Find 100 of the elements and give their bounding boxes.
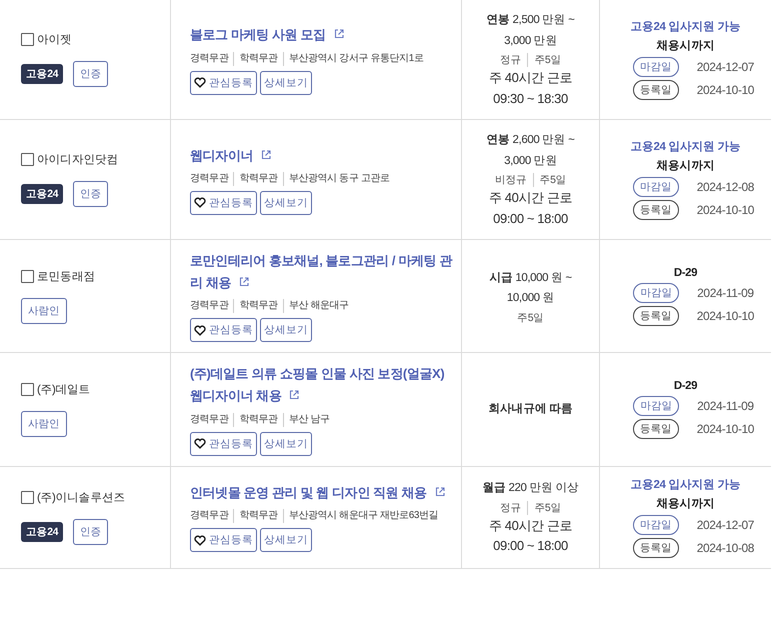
favorite-button[interactable]: 관심등록	[190, 190, 257, 215]
favorite-button[interactable]: 관심등록	[190, 528, 257, 552]
employment-term: 정규	[499, 53, 522, 68]
date-text: 2024-10-10	[696, 422, 754, 436]
external-link-icon[interactable]	[434, 486, 446, 498]
date-text: 2024-10-10	[696, 83, 754, 98]
apply-available-link[interactable]: 고용24 입사지원 가능	[630, 19, 741, 34]
job-meta: 경력무관	[190, 172, 230, 186]
job-title-link[interactable]: (주)데일트 의류 쇼핑몰 인물 사진 보정(얼굴X) 웹디자이너 채용	[190, 363, 455, 408]
apply-available-link[interactable]: 고용24 입사지원 가능	[630, 476, 741, 492]
deadline-text: 채용시까지	[656, 496, 714, 510]
source-tag: 고용24	[21, 64, 64, 84]
job-meta: 경력무관	[190, 412, 230, 426]
deadline-label: 마감일	[633, 283, 680, 304]
detail-button[interactable]: 상세보기	[260, 432, 312, 456]
heart-icon	[194, 77, 206, 88]
apply-available-link[interactable]: 고용24 입사지원 가능	[630, 139, 741, 154]
salary-text: 회사내규에 따름	[488, 402, 574, 418]
job-title-link[interactable]: 로만인테리어 홍보채널, 블로그관리 / 마케팅 관리 채용	[190, 250, 455, 294]
external-link-icon[interactable]	[332, 28, 345, 40]
work-hours: 주 40시간 근로	[488, 189, 572, 208]
employment-term: 주5일	[527, 500, 567, 514]
detail-button[interactable]: 상세보기	[260, 318, 312, 342]
job-title-link[interactable]: 웹디자이너	[190, 144, 455, 167]
employment-term: 주5일	[532, 173, 572, 188]
source-tag: 인증	[73, 61, 108, 88]
date-text: 2024-10-10	[696, 309, 754, 324]
deadline-label: 마감일	[632, 514, 679, 534]
source-tag: 사람인	[21, 298, 67, 324]
job-meta: 경력무관	[190, 52, 230, 66]
employment-term: 주5일	[516, 310, 545, 325]
job-title-link[interactable]: 인터넷몰 운영 관리 및 웹 디자인 직원 채용	[190, 482, 455, 504]
date-text: 2024-10-08	[696, 540, 754, 554]
employment-term: 주5일	[527, 53, 567, 68]
posted-label: 등록일	[632, 419, 679, 440]
company-name[interactable]: 아이젯	[37, 32, 72, 48]
favorite-button[interactable]: 관심등록	[190, 70, 257, 95]
source-tag: 인증	[73, 181, 108, 208]
date-text: 2024-11-09	[697, 286, 754, 300]
work-time: 09:00 ~ 18:00	[493, 210, 568, 228]
work-time: 09:00 ~ 18:00	[493, 537, 568, 556]
detail-button[interactable]: 상세보기	[260, 190, 312, 215]
detail-button[interactable]: 상세보기	[260, 528, 312, 552]
company-name[interactable]: 로민동래점	[37, 268, 96, 284]
checkbox[interactable]	[21, 33, 34, 46]
detail-button[interactable]: 상세보기	[260, 70, 312, 95]
external-link-icon[interactable]	[288, 389, 300, 402]
job-meta: 부산광역시 해운대구 재반로63번길	[282, 509, 444, 524]
deadline-label: 마감일	[633, 396, 680, 416]
source-tag: 사람인	[21, 410, 67, 437]
external-link-icon[interactable]	[238, 276, 250, 288]
deadline-label: 마감일	[632, 177, 679, 198]
salary-text: 시급 10,000 원 ~ 10,000 원	[488, 270, 573, 306]
company-name[interactable]: 아이디자인닷컴	[37, 152, 118, 168]
job-meta: 학력무관	[233, 299, 283, 314]
external-link-icon[interactable]	[260, 148, 272, 161]
job-meta: 학력무관	[233, 412, 283, 426]
checkbox[interactable]	[21, 270, 34, 283]
work-hours: 주 40시간 근로	[488, 69, 572, 88]
posted-label: 등록일	[632, 200, 679, 220]
deadline-label: 마감일	[632, 57, 679, 78]
date-text: 2024-12-07	[696, 60, 754, 74]
employment-term: 정규	[499, 500, 522, 514]
source-tag: 고용24	[21, 522, 64, 542]
date-text: 2024-12-07	[696, 518, 754, 532]
date-text: 2024-10-10	[696, 203, 754, 218]
salary-text: 연봉 2,600 만원 ~ 3,000 만원	[486, 133, 576, 169]
employment-term: 비정규	[494, 173, 528, 188]
favorite-button[interactable]: 관심등록	[190, 318, 257, 342]
posted-label: 등록일	[632, 80, 679, 100]
checkbox[interactable]	[21, 490, 34, 504]
checkbox[interactable]	[21, 382, 34, 396]
salary-text: 연봉 2,500 만원 ~ 3,000 만원	[486, 13, 576, 49]
work-hours: 주 40시간 근로	[488, 516, 572, 534]
job-title-link[interactable]: 블로그 마케팅 사원 모집	[190, 24, 455, 47]
source-tag: 고용24	[21, 184, 64, 204]
job-meta: 학력무관	[233, 509, 283, 524]
date-text: 2024-11-09	[697, 399, 754, 414]
job-meta: 학력무관	[233, 172, 283, 186]
heart-icon	[194, 534, 206, 546]
job-meta: 부산광역시 동구 고관로	[282, 172, 395, 186]
favorite-button[interactable]: 관심등록	[190, 432, 257, 456]
company-name[interactable]: (주)이니솔루션즈	[37, 490, 126, 504]
job-meta: 경력무관	[190, 509, 230, 524]
salary-text: 월급 220 만원 이상	[482, 480, 580, 496]
source-tag: 인증	[73, 518, 108, 544]
company-name[interactable]: (주)데일트	[37, 382, 90, 397]
job-meta: 부산 남구	[282, 412, 335, 426]
deadline-text: D-29	[674, 267, 698, 280]
checkbox[interactable]	[21, 153, 34, 166]
deadline-text: 채용시까지	[656, 159, 714, 174]
job-meta: 학력무관	[233, 52, 283, 66]
posted-label: 등록일	[632, 538, 679, 558]
work-time: 09:30 ~ 18:30	[493, 90, 568, 108]
posted-label: 등록일	[632, 306, 679, 326]
job-meta: 경력무관	[190, 299, 230, 314]
heart-icon	[194, 197, 206, 208]
heart-icon	[194, 438, 206, 449]
date-text: 2024-12-08	[696, 180, 754, 194]
job-meta: 부산 해운대구	[282, 299, 354, 314]
